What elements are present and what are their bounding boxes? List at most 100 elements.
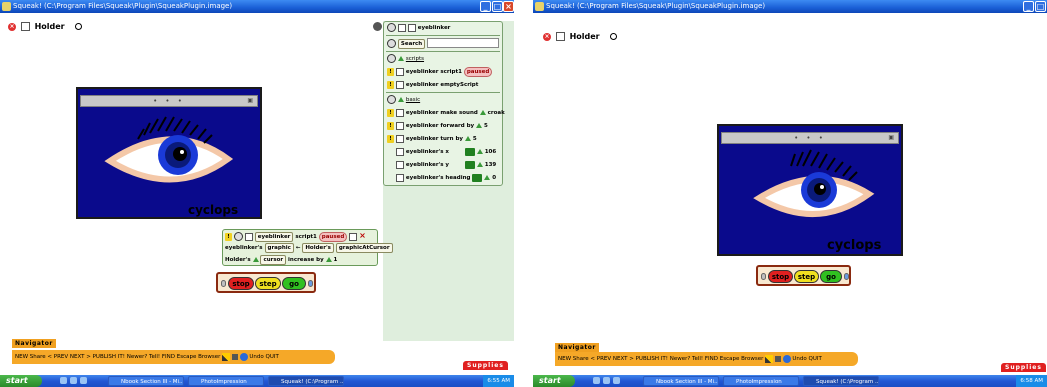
script-editor[interactable]: ! eyeblinker script1 paused × eyeblinker… (222, 229, 393, 266)
menu-icon[interactable] (396, 147, 404, 156)
up-down-arrow-icon[interactable] (397, 97, 404, 102)
gear-icon[interactable] (233, 232, 243, 241)
script-line[interactable]: Holder's cursor increase by 1 (225, 255, 337, 265)
exclamation-icon[interactable]: ! (387, 109, 394, 117)
viewer-row[interactable]: eyeblinker's y 139 (387, 160, 496, 170)
taskbar-item[interactable]: PhotoImpression (723, 376, 799, 386)
sound-icon[interactable] (774, 355, 781, 362)
viewer-collapse-icon[interactable] (373, 22, 382, 31)
taskbar-item[interactable]: Nbook Section III - Mi... (643, 376, 719, 386)
checkbox-icon[interactable] (244, 232, 253, 241)
taskbar-item[interactable]: Nbook Section III - Mi... (108, 376, 184, 386)
window-titlebar[interactable]: Squeak! (C:\Program Files\Squeak\Plugin\… (533, 0, 1047, 13)
status-badge[interactable]: paused (318, 232, 348, 242)
viewer-row-label[interactable]: eyeblinker's y (406, 162, 449, 168)
viewer-row[interactable]: eyeblinker's x 106 (387, 147, 496, 157)
up-down-arrow-icon[interactable] (476, 162, 483, 167)
go-button[interactable]: go (282, 277, 306, 290)
gear-icon[interactable] (387, 23, 396, 32)
script-token[interactable]: eyeblinker's (225, 245, 263, 251)
assign-arrow-icon[interactable] (464, 147, 475, 156)
globe-icon[interactable] (239, 352, 248, 361)
viewer-row[interactable]: ! eyeblinker script1 paused (387, 67, 493, 77)
pen-icon[interactable] (765, 354, 774, 363)
viewer-row-label[interactable]: eyeblinker's heading (406, 175, 471, 181)
system-tray-clock[interactable]: 6:55 AM (483, 375, 514, 387)
undo-button[interactable]: Undo (249, 354, 263, 360)
quicklaunch-icon[interactable] (70, 377, 77, 384)
menu-icon[interactable] (395, 121, 404, 130)
sound-icon[interactable] (231, 353, 238, 360)
navigator-tab[interactable]: Navigator (555, 343, 599, 352)
menu-icon[interactable] (395, 108, 404, 117)
viewer-row[interactable]: ! eyeblinker make sound croak (387, 108, 505, 118)
menu-icon[interactable] (349, 232, 358, 241)
script-token[interactable]: graphicAtCursor (335, 243, 393, 253)
stop-button[interactable]: stop (768, 270, 793, 283)
minimize-button[interactable]: _ (480, 1, 491, 12)
gear-icon[interactable] (387, 95, 396, 104)
menu-icon[interactable] (20, 22, 30, 31)
up-down-arrow-icon[interactable] (464, 136, 471, 141)
viewer-row-value[interactable]: 5 (473, 136, 477, 142)
left-handle-icon[interactable] (221, 280, 226, 287)
search-input[interactable] (427, 38, 500, 48)
right-handle-icon[interactable] (844, 273, 849, 280)
category-scripts-header[interactable]: scripts (387, 54, 424, 64)
viewer-row-value[interactable]: 0 (492, 175, 496, 181)
quicklaunch-icon[interactable] (613, 377, 620, 384)
up-down-arrow-icon[interactable] (397, 56, 404, 61)
quicklaunch-icon[interactable] (593, 377, 600, 384)
close-icon[interactable]: × (359, 231, 366, 240)
script-name[interactable]: script1 (295, 234, 317, 240)
eye-panel[interactable]: • • • ▣ cyclops (717, 124, 903, 256)
viewer-row-value[interactable]: 106 (485, 149, 496, 155)
step-button[interactable]: step (255, 277, 281, 290)
taskbar-item[interactable]: PhotoImpression (188, 376, 264, 386)
menu-icon[interactable] (395, 80, 404, 89)
close-window-button[interactable]: × (503, 1, 514, 12)
quit-button[interactable]: QUIT (809, 356, 822, 362)
script-owner[interactable]: eyeblinker (254, 232, 294, 242)
viewer-row-label[interactable]: eyeblinker's x (406, 149, 449, 155)
system-tray-clock[interactable]: 6:58 AM (1016, 375, 1047, 387)
taskbar-item[interactable]: Squeak! (C:\Program ... (268, 376, 344, 386)
window-titlebar[interactable]: Squeak! (C:\Program Files\Squeak\Plugin\… (0, 0, 514, 13)
status-badge[interactable]: paused (463, 67, 493, 77)
maximize-button[interactable]: □ (1035, 1, 1046, 12)
up-down-arrow-icon[interactable] (476, 123, 483, 128)
script-token[interactable]: cursor (260, 255, 287, 265)
start-button[interactable]: start (533, 375, 575, 387)
stop-button[interactable]: stop (228, 277, 254, 290)
viewer-row-label[interactable]: eyeblinker emptyScript (406, 82, 479, 88)
exclamation-icon[interactable]: ! (225, 233, 232, 241)
circle-icon[interactable] (610, 33, 618, 40)
up-down-arrow-icon[interactable] (252, 257, 259, 262)
undo-button[interactable]: Undo (792, 356, 806, 362)
gear-icon[interactable] (387, 54, 396, 63)
category-basic-header[interactable]: basic (387, 95, 420, 105)
minimize-button[interactable]: _ (1023, 1, 1034, 12)
tile-icon[interactable] (397, 23, 406, 32)
viewer-row-value[interactable]: 139 (485, 162, 496, 168)
script-token[interactable]: Holder's (225, 257, 251, 263)
quicklaunch-icon[interactable] (60, 377, 67, 384)
quicklaunch-icon[interactable] (603, 377, 610, 384)
category-name[interactable]: scripts (406, 56, 424, 62)
quicklaunch-icon[interactable] (80, 377, 87, 384)
up-down-arrow-icon[interactable] (476, 149, 483, 154)
script-token[interactable]: 1 (334, 257, 338, 263)
navigator-items[interactable]: NEW Share < PREV NEXT > PUBLISH IT! Newe… (15, 354, 220, 360)
maximize-button[interactable]: □ (492, 1, 503, 12)
pen-icon[interactable] (222, 352, 231, 361)
supplies-tab[interactable]: Supplies (1001, 363, 1046, 372)
circle-icon[interactable] (75, 23, 83, 30)
viewer-row[interactable]: ! eyeblinker forward by 5 (387, 121, 488, 131)
up-down-arrow-icon[interactable] (479, 110, 486, 115)
viewer-row-label[interactable]: eyeblinker turn by (406, 136, 463, 142)
exclamation-icon[interactable]: ! (387, 122, 394, 130)
start-button[interactable]: start (0, 375, 42, 387)
up-down-arrow-icon[interactable] (325, 257, 332, 262)
menu-icon[interactable] (407, 23, 416, 32)
exclamation-icon[interactable]: ! (387, 135, 394, 143)
